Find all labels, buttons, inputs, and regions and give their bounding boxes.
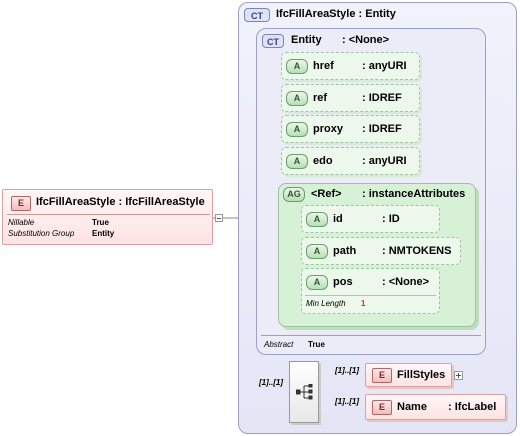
ifcfillareastyle-element[interactable]: E IfcFillAreaStyle : IfcFillAreaStyle Ni… [2, 189, 213, 245]
substitution-group-label: Substitution Group [8, 229, 75, 238]
attribute-type: : <None> [382, 276, 430, 288]
expand-toggle[interactable] [454, 371, 463, 380]
attribute-icon: A [306, 244, 328, 259]
attribute-name: edo [313, 155, 333, 167]
attribute-icon: A [286, 59, 308, 74]
element-title: IfcFillAreaStyle : IfcFillAreaStyle [36, 196, 205, 208]
attribute-name: pos [333, 276, 353, 288]
entity-name: Entity [291, 34, 322, 46]
entity-type: : <None> [342, 34, 390, 46]
attribute-group-name: <Ref> [311, 188, 342, 200]
plus-icon-v [458, 373, 459, 378]
attribute-name: id [333, 213, 343, 225]
attribute-icon: A [306, 275, 328, 290]
facet-label: Min Length [306, 299, 346, 308]
attribute-edo[interactable]: A edo : anyURI [281, 147, 420, 175]
attribute-href[interactable]: A href : anyURI [281, 52, 420, 80]
attribute-ref[interactable]: A ref : IDREF [281, 84, 420, 112]
nillable-label: Nillable [8, 218, 35, 227]
attribute-group-icon: AG [283, 187, 305, 202]
fillstyles-cardinality: [1]..[1] [335, 366, 359, 375]
element-badge: E [372, 400, 392, 415]
abstract-value: True [308, 340, 325, 349]
nillable-value: True [92, 218, 109, 227]
attribute-type: : IDREF [362, 92, 402, 104]
attribute-pos[interactable]: A pos : <None> Min Length 1 [301, 268, 440, 314]
attribute-type: : anyURI [362, 155, 407, 167]
attribute-icon: A [286, 154, 308, 169]
name-element-type: : IfcLabel [448, 401, 497, 413]
minus-icon [217, 218, 221, 219]
attribute-group-type: : instanceAttributes [362, 188, 466, 200]
attribute-name: path [333, 245, 357, 257]
complex-type-title: IfcFillAreaStyle : Entity [276, 8, 396, 20]
attribute-type: : ID [382, 213, 400, 225]
abstract-divider [261, 335, 481, 336]
element-badge: E [11, 196, 31, 211]
element-badge: E [372, 368, 392, 383]
attribute-id[interactable]: A id : ID [301, 205, 440, 233]
attribute-type: : NMTOKENS [382, 245, 452, 257]
name-element-name: Name [397, 401, 427, 413]
attribute-path[interactable]: A path : NMTOKENS [301, 237, 461, 265]
attribute-icon: A [306, 212, 328, 227]
name-element[interactable]: E Name : IfcLabel [365, 394, 506, 420]
fillstyles-element[interactable]: E FillStyles [365, 363, 452, 387]
sequence-icon [296, 384, 313, 400]
facet-divider [305, 295, 436, 296]
attribute-icon: A [286, 91, 308, 106]
facet-value: 1 [361, 299, 366, 308]
sequence-compositor[interactable] [289, 361, 319, 423]
abstract-label: Abstract [264, 340, 294, 349]
attribute-icon: A [286, 122, 308, 137]
name-cardinality: [1]..[1] [335, 397, 359, 406]
attribute-name: ref [313, 92, 328, 104]
attribute-name: href [313, 60, 334, 72]
collapse-toggle[interactable] [215, 214, 223, 222]
ct-badge-icon: CT [244, 8, 270, 22]
fillstyles-name: FillStyles [397, 369, 446, 381]
element-divider [7, 214, 210, 215]
sequence-cardinality: [1]..[1] [259, 378, 283, 387]
substitution-group-value: Entity [92, 229, 115, 238]
attribute-name: proxy [313, 123, 343, 135]
attribute-type: : anyURI [362, 60, 407, 72]
inner-ct-badge-icon: CT [262, 34, 284, 48]
attribute-type: : IDREF [362, 123, 402, 135]
attribute-proxy[interactable]: A proxy : IDREF [281, 115, 420, 143]
